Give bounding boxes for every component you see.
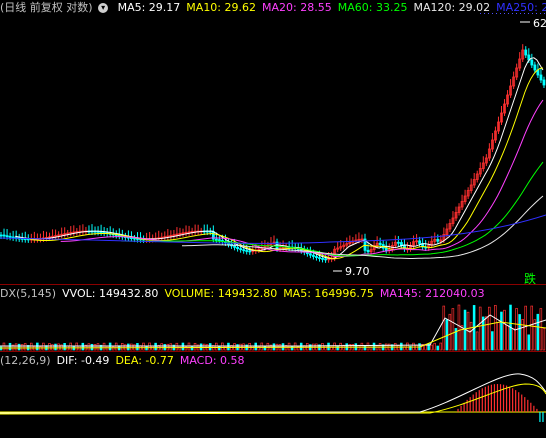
macd-chart[interactable] xyxy=(0,0,546,438)
